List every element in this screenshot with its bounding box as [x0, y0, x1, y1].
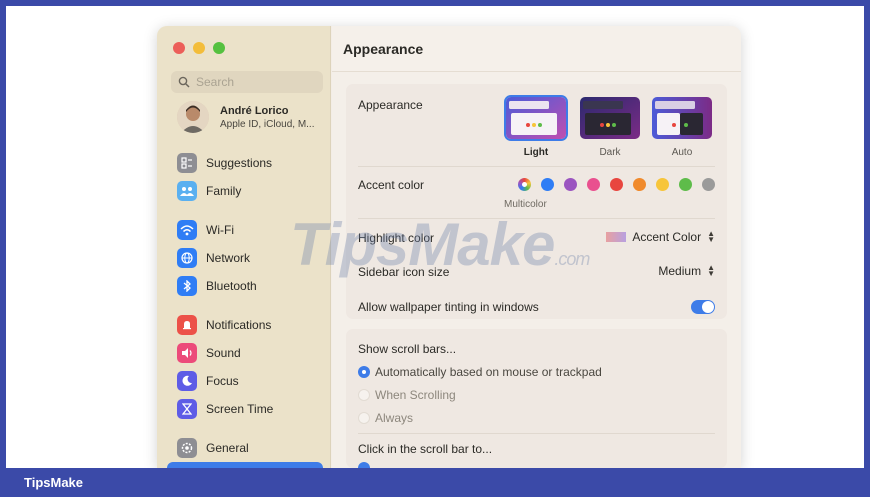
sidebar-item-label: Screen Time — [206, 402, 274, 416]
appearance-dark-label: Dark — [599, 147, 621, 158]
accent-selected-label: Multicolor — [504, 199, 547, 210]
sidebar-item-sound[interactable]: Sound — [177, 342, 241, 364]
appearance-auto-option[interactable] — [652, 97, 712, 139]
scroll-bars-panel: Show scroll bars... Automatically based … — [346, 329, 727, 468]
sidebar-item-wifi[interactable]: Wi-Fi — [177, 219, 234, 241]
wallpaper-tinting-toggle[interactable] — [691, 300, 715, 314]
highlight-color-popup[interactable]: Accent Color ▲ ▼ — [606, 230, 715, 244]
accent-green-swatch[interactable] — [679, 178, 692, 191]
sidebar-icon-size-value: Medium — [658, 264, 702, 278]
accent-orange-swatch[interactable] — [633, 178, 646, 191]
divider — [358, 433, 715, 434]
watermark: TipsMake.com — [290, 210, 590, 279]
profile-name: André Lorico — [220, 104, 289, 117]
appearance-settings-panel: Appearance Light Dark Auto Accent color … — [346, 84, 727, 319]
notifications-icon — [177, 315, 197, 335]
search-icon — [178, 76, 190, 88]
frame-right-border — [864, 0, 870, 497]
sound-icon — [177, 343, 197, 363]
wifi-icon — [177, 220, 197, 240]
scroll-when-scrolling-label: When Scrolling — [375, 388, 456, 402]
divider — [358, 166, 715, 167]
accent-red-swatch[interactable] — [610, 178, 623, 191]
sidebar-icon-size-popup[interactable]: Medium ▲ ▼ — [658, 263, 715, 279]
sidebar-item-bluetooth[interactable]: Bluetooth — [177, 275, 257, 297]
screen-time-icon — [177, 399, 197, 419]
accent-blue-swatch[interactable] — [541, 178, 554, 191]
accent-multicolor-swatch[interactable] — [518, 178, 531, 191]
updown-chevron-icon: ▲ ▼ — [707, 263, 715, 278]
bluetooth-icon — [177, 276, 197, 296]
sidebar-item-label: Wi-Fi — [206, 223, 234, 237]
sidebar-item-label: Notifications — [206, 318, 272, 332]
scroll-auto-radio[interactable]: Automatically based on mouse or trackpad — [358, 365, 602, 379]
sidebar-item-network[interactable]: Network — [177, 247, 250, 269]
sidebar-item-label: General — [206, 441, 249, 455]
sidebar-item-suggestions[interactable]: Suggestions — [177, 152, 272, 174]
focus-icon — [177, 371, 197, 391]
zoom-button[interactable] — [213, 42, 225, 54]
sidebar-item-general[interactable]: General — [177, 437, 249, 459]
sidebar-item-label: Network — [206, 251, 251, 265]
appearance-light-label: Light — [523, 147, 549, 158]
apple-id-profile[interactable]: André Lorico Apple ID, iCloud, M... — [177, 101, 314, 133]
frame-top-border — [0, 0, 870, 6]
watermark-text: TipsMake — [290, 211, 555, 278]
search-field[interactable] — [171, 71, 323, 93]
sidebar-item-label: Suggestions — [206, 156, 273, 170]
sidebar-item-focus[interactable]: Focus — [177, 370, 239, 392]
window-controls — [173, 42, 225, 54]
footer-brand: TipsMake — [0, 468, 870, 497]
appearance-auto-label: Auto — [671, 147, 693, 158]
profile-subtitle: Apple ID, iCloud, M... — [220, 118, 315, 130]
accent-pink-swatch[interactable] — [587, 178, 600, 191]
scroll-always-radio[interactable]: Always — [358, 411, 413, 425]
sidebar-item-label: Focus — [206, 374, 239, 388]
scroll-always-label: Always — [375, 411, 414, 425]
family-icon — [177, 181, 197, 201]
scroll-when-scrolling-radio[interactable]: When Scrolling — [358, 388, 456, 402]
radio-empty-icon — [358, 389, 370, 401]
avatar — [177, 101, 209, 133]
sidebar-item-label: Sound — [206, 346, 241, 360]
accent-color-label: Accent color — [358, 178, 425, 192]
gear-icon — [177, 438, 197, 458]
frame-left-border — [0, 0, 6, 497]
highlight-swatch — [606, 232, 627, 242]
accent-yellow-swatch[interactable] — [656, 178, 669, 191]
sidebar-item-label: Bluetooth — [206, 279, 257, 293]
sidebar-item-family[interactable]: Family — [177, 180, 241, 202]
scroll-auto-label: Automatically based on mouse or trackpad — [375, 365, 602, 379]
accent-purple-swatch[interactable] — [564, 178, 577, 191]
page-title: Appearance — [332, 26, 741, 72]
search-input[interactable] — [196, 75, 316, 89]
accent-graphite-swatch[interactable] — [702, 178, 715, 191]
suggestions-icon — [177, 153, 197, 173]
appearance-label: Appearance — [358, 98, 423, 112]
highlight-color-value: Accent Color — [632, 230, 702, 244]
close-button[interactable] — [173, 42, 185, 54]
click-scroll-bar-label: Click in the scroll bar to... — [358, 442, 493, 456]
updown-chevron-icon: ▲ ▼ — [707, 229, 715, 244]
minimize-button[interactable] — [193, 42, 205, 54]
sidebar-item-label: Family — [206, 184, 242, 198]
sidebar-item-notifications[interactable]: Notifications — [177, 314, 271, 336]
wallpaper-tinting-label: Allow wallpaper tinting in windows — [358, 300, 539, 314]
show-scroll-bars-label: Show scroll bars... — [358, 342, 457, 356]
appearance-dark-option[interactable] — [580, 97, 640, 139]
network-icon — [177, 248, 197, 268]
watermark-suffix: .com — [554, 249, 590, 269]
radio-empty-icon — [358, 412, 370, 424]
radio-selected-icon — [358, 366, 370, 378]
appearance-light-option[interactable] — [506, 97, 566, 139]
sidebar-item-screen-time[interactable]: Screen Time — [177, 398, 273, 420]
